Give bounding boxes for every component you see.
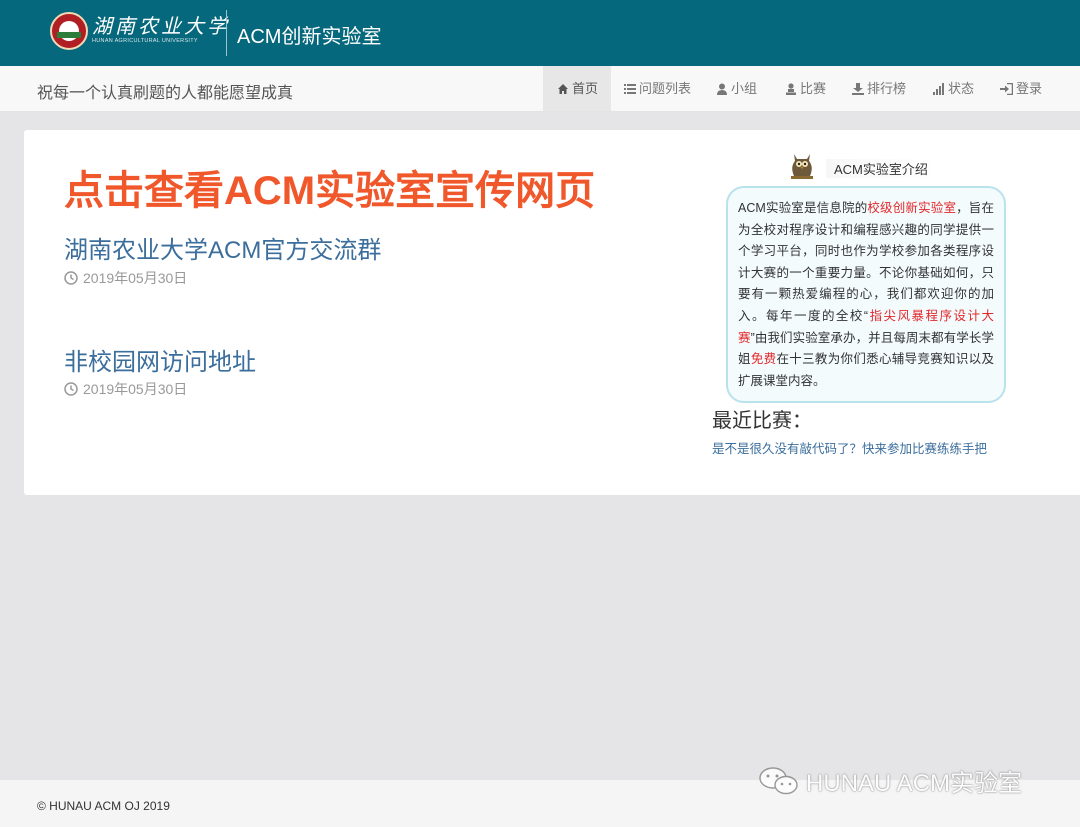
intro-box: ACM实验室是信息院的校级创新实验室，旨在为全校对程序设计和编程感兴趣的同学提供… xyxy=(726,186,1006,403)
app-title[interactable]: ACM创新实验室 xyxy=(237,20,381,49)
post-date-text: 2019年05月30日 xyxy=(83,381,188,397)
intro-text: ACM实验室是信息院的 xyxy=(738,201,868,215)
clock-icon xyxy=(64,382,78,396)
home-icon xyxy=(558,84,568,94)
post-title[interactable]: 湖南农业大学ACM官方交流群 xyxy=(64,230,381,265)
navbar: 祝每一个认真刷题的人都能愿望成真 首页 问题列表 小组 比赛 排行榜 状态 登录 xyxy=(0,66,1080,112)
nav-contests-label: 比赛 xyxy=(800,81,827,96)
footer: HUNAU ACM实验室 © HUNAU ACM OJ 2019 xyxy=(0,767,1080,827)
post-title[interactable]: 非校园网访问地址 xyxy=(64,342,256,377)
post-date: 2019年05月30日 xyxy=(64,379,187,399)
university-seal-icon[interactable] xyxy=(50,12,88,50)
university-name-en: HUNAN AGRICULTURAL UNIVERSITY xyxy=(92,38,198,44)
wechat-icon xyxy=(759,767,798,795)
intro-heading-text: ACM实验室介绍 xyxy=(826,159,936,178)
intro-highlight: 校级创新实验室 xyxy=(867,201,957,215)
contest-icon xyxy=(786,83,796,95)
main-panel: 点击查看ACM实验室宣传网页 湖南农业大学ACM官方交流群 2019年05月30… xyxy=(24,130,1080,495)
ranklist-icon xyxy=(852,83,864,95)
nav-login[interactable]: 登录 xyxy=(1000,66,1042,111)
clock-icon xyxy=(64,271,78,285)
top-header: 湖南农业大学 HUNAN AGRICULTURAL UNIVERSITY ACM… xyxy=(0,0,1080,66)
nav-home[interactable]: 首页 xyxy=(543,66,611,111)
nav-groups[interactable]: 小组 xyxy=(716,66,757,111)
signal-icon xyxy=(933,83,944,95)
login-icon xyxy=(1000,82,1014,96)
user-icon xyxy=(717,83,727,95)
promo-link[interactable]: 点击查看ACM实验室宣传网页 xyxy=(64,158,595,216)
nav-problem-list-label: 问题列表 xyxy=(639,81,692,96)
nav-problem-list[interactable]: 问题列表 xyxy=(624,66,691,111)
list-icon xyxy=(624,84,636,94)
copyright: © HUNAU ACM OJ 2019 xyxy=(37,799,170,813)
nav-contests[interactable]: 比赛 xyxy=(785,66,826,111)
nav-login-label: 登录 xyxy=(1016,81,1043,96)
watermark-text: HUNAU ACM实验室 xyxy=(806,770,1023,797)
owl-mascot-icon xyxy=(791,154,813,179)
nav-status-label: 状态 xyxy=(948,81,975,96)
post-date-text: 2019年05月30日 xyxy=(83,270,188,286)
post-date: 2019年05月30日 xyxy=(64,268,187,288)
recent-contest-link[interactable]: 是不是很久没有敲代码了？快来参加比赛练练手把 xyxy=(712,438,987,457)
nav-home-label: 首页 xyxy=(572,81,599,96)
nav-ranklist[interactable]: 排行榜 xyxy=(852,66,906,111)
recent-contests-title: 最近比赛： xyxy=(712,410,812,432)
intro-text: ，旨在为全校对程序设计和编程感兴趣的同学提供一个学习平台，同时也作为学校参加各类… xyxy=(738,201,994,323)
header-divider xyxy=(226,10,227,56)
nav-ranklist-label: 排行榜 xyxy=(867,81,907,96)
motto: 祝每一个认真刷题的人都能愿望成真 xyxy=(37,85,294,102)
intro-highlight: 免费 xyxy=(750,352,777,367)
nav-groups-label: 小组 xyxy=(731,81,758,96)
university-name-cn[interactable]: 湖南农业大学 xyxy=(92,10,227,38)
nav-status[interactable]: 状态 xyxy=(933,66,974,111)
intro-text: 在十三教为你们悉心辅导竞赛知识以及扩展课堂内容。 xyxy=(738,352,994,388)
